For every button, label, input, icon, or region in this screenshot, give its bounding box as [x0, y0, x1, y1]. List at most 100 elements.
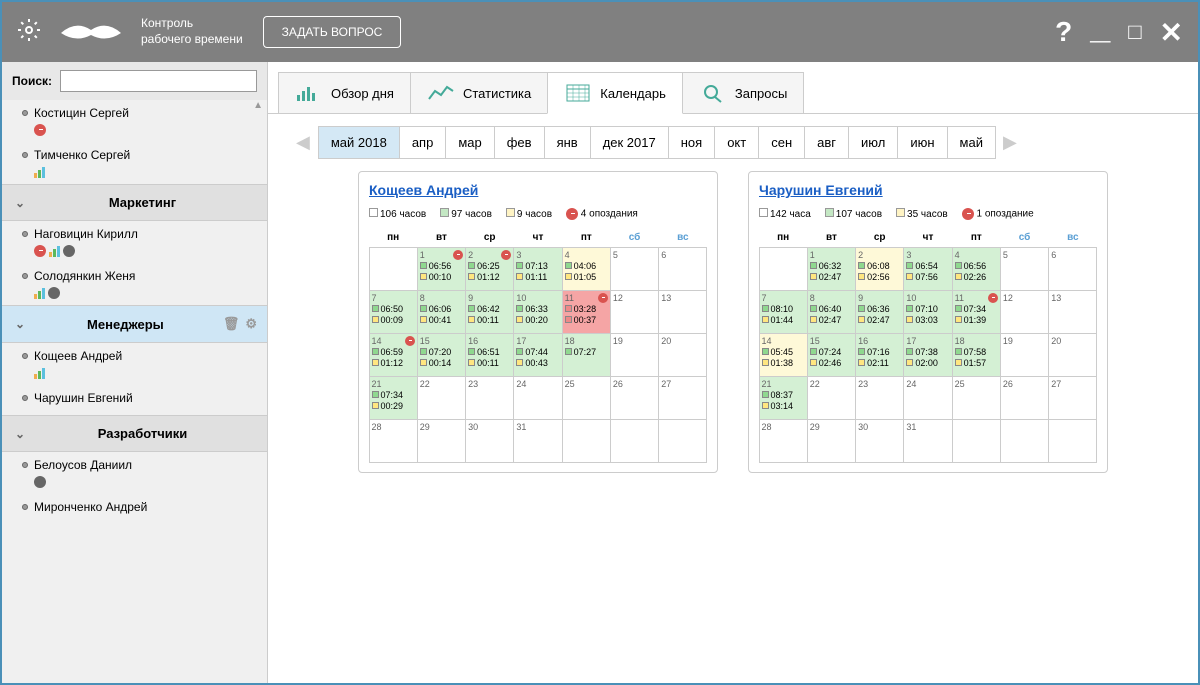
close-icon[interactable]: ✕ — [1160, 16, 1183, 49]
tab-calendar[interactable]: Календарь — [547, 72, 683, 114]
calendar-cell[interactable]: 10 06:33 00:20 — [513, 290, 562, 334]
month-button[interactable]: май — [947, 126, 996, 159]
calendar-cell[interactable]: 21 08:37 03:14 — [759, 376, 808, 420]
month-button[interactable]: апр — [399, 126, 447, 159]
calendar-cell[interactable]: 27 — [1048, 376, 1097, 420]
calendar-cell[interactable]: 13 — [1048, 290, 1097, 334]
calendar-cell[interactable]: 15 07:20 00:14 — [417, 333, 466, 377]
calendar-cell[interactable]: 8 06:06 00:41 — [417, 290, 466, 334]
calendar-cell[interactable]: 2 06:08 02:56 — [855, 247, 904, 291]
calendar-cell[interactable]: 12 — [1000, 290, 1049, 334]
person-item[interactable]: Чарушин Евгений — [2, 385, 267, 415]
group-header[interactable]: ⌄ Маркетинг — [2, 184, 267, 221]
person-item[interactable]: Наговицин Кирилл — [2, 221, 267, 263]
calendar-cell[interactable]: 4 06:56 02:26 — [952, 247, 1001, 291]
calendar-cell[interactable]: 21 07:34 00:29 — [369, 376, 418, 420]
person-item[interactable]: Белоусов Даниил — [2, 452, 267, 494]
calendar-cell[interactable]: 6 — [1048, 247, 1097, 291]
month-button[interactable]: июл — [848, 126, 898, 159]
person-item[interactable]: Кощеев Андрей — [2, 343, 267, 385]
person-item[interactable]: Миронченко Андрей — [2, 494, 267, 524]
calendar-cell[interactable]: 22 — [417, 376, 466, 420]
calendar-cell[interactable]: 24 — [513, 376, 562, 420]
calendar-cell[interactable]: 18 07:27 — [562, 333, 611, 377]
person-link[interactable]: Чарушин Евгений — [759, 182, 883, 198]
calendar-cell[interactable]: 23 — [855, 376, 904, 420]
month-button[interactable]: авг — [804, 126, 849, 159]
person-item[interactable]: Тимченко Сергей — [2, 142, 267, 184]
month-button[interactable]: окт — [714, 126, 759, 159]
trash-icon[interactable]: 🗑 — [223, 316, 240, 332]
calendar-cell[interactable]: 29 — [417, 419, 466, 463]
search-input[interactable] — [60, 70, 257, 92]
calendar-cell[interactable]: 27 — [658, 376, 707, 420]
calendar-cell[interactable]: 7 08:10 01:44 — [759, 290, 808, 334]
calendar-cell[interactable]: 3 07:13 01:11 — [513, 247, 562, 291]
maximize-icon[interactable]: □ — [1128, 19, 1141, 45]
month-prev-icon[interactable]: ◀ — [288, 132, 318, 153]
calendar-cell[interactable]: 7 06:50 00:09 — [369, 290, 418, 334]
person-item[interactable]: Солодянкин Женя — [2, 263, 267, 305]
calendar-cell[interactable]: 13 — [658, 290, 707, 334]
calendar-cell[interactable]: 19 — [610, 333, 659, 377]
calendar-cell[interactable]: 16 06:51 00:11 — [465, 333, 514, 377]
month-next-icon[interactable]: ▶ — [995, 132, 1025, 153]
calendar-cell[interactable]: 30 — [465, 419, 514, 463]
calendar-cell[interactable]: 19 — [1000, 333, 1049, 377]
calendar-cell[interactable]: 6 — [658, 247, 707, 291]
month-button[interactable]: июн — [897, 126, 947, 159]
scroll-up-icon[interactable]: ▲ — [253, 100, 263, 111]
month-button[interactable]: фев — [494, 126, 545, 159]
calendar-cell[interactable]: 23 — [465, 376, 514, 420]
calendar-cell[interactable]: 17 07:44 00:43 — [513, 333, 562, 377]
calendar-cell[interactable]: 9 06:42 00:11 — [465, 290, 514, 334]
calendar-cell[interactable]: 8 06:40 02:47 — [807, 290, 856, 334]
calendar-cell[interactable]: 5 — [610, 247, 659, 291]
calendar-cell[interactable]: 25 — [952, 376, 1001, 420]
calendar-cell[interactable]: 28 — [759, 419, 808, 463]
tab-overview[interactable]: Обзор дня — [278, 72, 411, 114]
calendar-cell[interactable]: 11 07:34 01:39 — [952, 290, 1001, 334]
calendar-cell[interactable]: 20 — [1048, 333, 1097, 377]
calendar-cell[interactable]: 15 07:24 02:46 — [807, 333, 856, 377]
calendar-cell[interactable]: 14 06:59 01:12 — [369, 333, 418, 377]
month-button[interactable]: сен — [758, 126, 805, 159]
calendar-cell[interactable]: 11 03:28 00:37 — [562, 290, 611, 334]
calendar-cell[interactable]: 29 — [807, 419, 856, 463]
month-button[interactable]: мар — [445, 126, 494, 159]
ask-question-button[interactable]: ЗАДАТЬ ВОПРОС — [263, 16, 402, 48]
calendar-cell[interactable]: 14 05:45 01:38 — [759, 333, 808, 377]
calendar-cell[interactable]: 5 — [1000, 247, 1049, 291]
month-button[interactable]: ноя — [668, 126, 715, 159]
calendar-cell[interactable]: 18 07:58 01:57 — [952, 333, 1001, 377]
tab-stats[interactable]: Статистика — [410, 72, 548, 114]
help-icon[interactable]: ? — [1055, 16, 1072, 48]
person-item[interactable]: Костицин Сергей — [2, 100, 267, 142]
tab-queries[interactable]: Запросы — [682, 72, 804, 114]
month-button[interactable]: дек 2017 — [590, 126, 669, 159]
person-link[interactable]: Кощеев Андрей — [369, 182, 478, 198]
calendar-cell[interactable]: 9 06:36 02:47 — [855, 290, 904, 334]
calendar-cell[interactable]: 30 — [855, 419, 904, 463]
month-button[interactable]: янв — [544, 126, 591, 159]
calendar-cell[interactable]: 10 07:10 03:03 — [903, 290, 952, 334]
calendar-cell[interactable]: 1 06:32 02:47 — [807, 247, 856, 291]
calendar-cell[interactable]: 2 06:25 01:12 — [465, 247, 514, 291]
calendar-cell[interactable]: 31 — [513, 419, 562, 463]
month-button[interactable]: май 2018 — [318, 126, 400, 159]
settings-icon[interactable] — [17, 18, 41, 47]
calendar-cell[interactable]: 31 — [903, 419, 952, 463]
calendar-cell[interactable]: 28 — [369, 419, 418, 463]
calendar-cell[interactable]: 26 — [610, 376, 659, 420]
calendar-cell[interactable]: 16 07:16 02:11 — [855, 333, 904, 377]
calendar-cell[interactable]: 26 — [1000, 376, 1049, 420]
calendar-cell[interactable]: 24 — [903, 376, 952, 420]
calendar-cell[interactable]: 3 06:54 07:56 — [903, 247, 952, 291]
calendar-cell[interactable]: 17 07:38 02:00 — [903, 333, 952, 377]
calendar-cell[interactable]: 4 04:06 01:05 — [562, 247, 611, 291]
gear-icon[interactable]: ⚙ — [245, 316, 257, 332]
calendar-cell[interactable]: 25 — [562, 376, 611, 420]
calendar-cell[interactable]: 1 06:56 00:10 — [417, 247, 466, 291]
group-header[interactable]: ⌄ Менеджеры 🗑⚙ — [2, 305, 267, 343]
calendar-cell[interactable]: 22 — [807, 376, 856, 420]
